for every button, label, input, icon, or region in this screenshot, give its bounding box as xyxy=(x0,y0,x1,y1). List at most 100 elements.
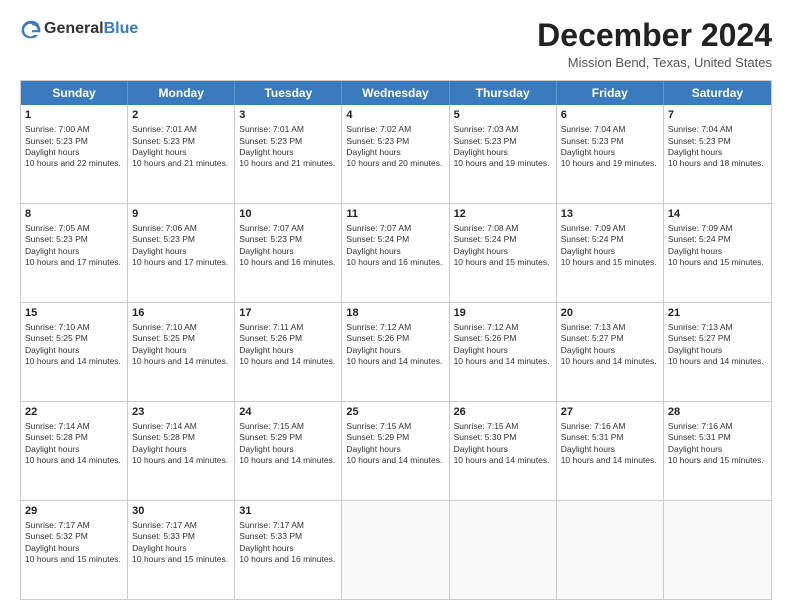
cell-text: Sunrise: 7:13 AMSunset: 5:27 PMDaylight … xyxy=(668,322,767,368)
calendar-cell: 24Sunrise: 7:15 AMSunset: 5:29 PMDayligh… xyxy=(235,402,342,500)
cell-text: Sunrise: 7:02 AMSunset: 5:23 PMDaylight … xyxy=(346,124,444,170)
logo: GeneralBlue xyxy=(20,18,138,40)
calendar-row: 15Sunrise: 7:10 AMSunset: 5:25 PMDayligh… xyxy=(21,302,771,401)
calendar-cell: 27Sunrise: 7:16 AMSunset: 5:31 PMDayligh… xyxy=(557,402,664,500)
calendar-row: 22Sunrise: 7:14 AMSunset: 5:28 PMDayligh… xyxy=(21,401,771,500)
cell-text: Sunrise: 7:10 AMSunset: 5:25 PMDaylight … xyxy=(132,322,230,368)
month-title: December 2024 xyxy=(537,18,772,53)
calendar-cell: 8Sunrise: 7:05 AMSunset: 5:23 PMDaylight… xyxy=(21,204,128,302)
weekday-header: Sunday xyxy=(21,81,128,105)
day-number: 29 xyxy=(25,504,123,519)
calendar-cell: 11Sunrise: 7:07 AMSunset: 5:24 PMDayligh… xyxy=(342,204,449,302)
cell-text: Sunrise: 7:15 AMSunset: 5:29 PMDaylight … xyxy=(346,421,444,467)
day-number: 22 xyxy=(25,405,123,420)
cell-text: Sunrise: 7:11 AMSunset: 5:26 PMDaylight … xyxy=(239,322,337,368)
cell-text: Sunrise: 7:09 AMSunset: 5:24 PMDaylight … xyxy=(561,223,659,269)
cell-text: Sunrise: 7:04 AMSunset: 5:23 PMDaylight … xyxy=(561,124,659,170)
day-number: 19 xyxy=(454,306,552,321)
weekday-header: Monday xyxy=(128,81,235,105)
cell-text: Sunrise: 7:09 AMSunset: 5:24 PMDaylight … xyxy=(668,223,767,269)
cell-text: Sunrise: 7:12 AMSunset: 5:26 PMDaylight … xyxy=(454,322,552,368)
calendar-cell: 18Sunrise: 7:12 AMSunset: 5:26 PMDayligh… xyxy=(342,303,449,401)
cell-text: Sunrise: 7:04 AMSunset: 5:23 PMDaylight … xyxy=(668,124,767,170)
cell-text: Sunrise: 7:00 AMSunset: 5:23 PMDaylight … xyxy=(25,124,123,170)
calendar-header: SundayMondayTuesdayWednesdayThursdayFrid… xyxy=(21,81,771,105)
day-number: 12 xyxy=(454,207,552,222)
calendar-cell: 9Sunrise: 7:06 AMSunset: 5:23 PMDaylight… xyxy=(128,204,235,302)
calendar-cell: 25Sunrise: 7:15 AMSunset: 5:29 PMDayligh… xyxy=(342,402,449,500)
cell-text: Sunrise: 7:17 AMSunset: 5:32 PMDaylight … xyxy=(25,520,123,566)
calendar-cell: 10Sunrise: 7:07 AMSunset: 5:23 PMDayligh… xyxy=(235,204,342,302)
calendar-cell: 14Sunrise: 7:09 AMSunset: 5:24 PMDayligh… xyxy=(664,204,771,302)
calendar-cell: 16Sunrise: 7:10 AMSunset: 5:25 PMDayligh… xyxy=(128,303,235,401)
calendar-cell xyxy=(450,501,557,599)
cell-text: Sunrise: 7:01 AMSunset: 5:23 PMDaylight … xyxy=(239,124,337,170)
day-number: 26 xyxy=(454,405,552,420)
day-number: 2 xyxy=(132,108,230,123)
calendar-cell: 4Sunrise: 7:02 AMSunset: 5:23 PMDaylight… xyxy=(342,105,449,203)
cell-text: Sunrise: 7:17 AMSunset: 5:33 PMDaylight … xyxy=(132,520,230,566)
weekday-header: Thursday xyxy=(450,81,557,105)
day-number: 20 xyxy=(561,306,659,321)
cell-text: Sunrise: 7:06 AMSunset: 5:23 PMDaylight … xyxy=(132,223,230,269)
calendar-cell: 21Sunrise: 7:13 AMSunset: 5:27 PMDayligh… xyxy=(664,303,771,401)
day-number: 18 xyxy=(346,306,444,321)
cell-text: Sunrise: 7:14 AMSunset: 5:28 PMDaylight … xyxy=(132,421,230,467)
cell-text: Sunrise: 7:13 AMSunset: 5:27 PMDaylight … xyxy=(561,322,659,368)
calendar-cell: 13Sunrise: 7:09 AMSunset: 5:24 PMDayligh… xyxy=(557,204,664,302)
logo-blue-text: Blue xyxy=(104,20,139,38)
calendar-cell: 22Sunrise: 7:14 AMSunset: 5:28 PMDayligh… xyxy=(21,402,128,500)
weekday-header: Saturday xyxy=(664,81,771,105)
weekday-header: Tuesday xyxy=(235,81,342,105)
location: Mission Bend, Texas, United States xyxy=(537,55,772,70)
calendar-cell: 29Sunrise: 7:17 AMSunset: 5:32 PMDayligh… xyxy=(21,501,128,599)
day-number: 9 xyxy=(132,207,230,222)
day-number: 14 xyxy=(668,207,767,222)
calendar-cell: 1Sunrise: 7:00 AMSunset: 5:23 PMDaylight… xyxy=(21,105,128,203)
calendar-row: 1Sunrise: 7:00 AMSunset: 5:23 PMDaylight… xyxy=(21,105,771,203)
calendar-cell: 30Sunrise: 7:17 AMSunset: 5:33 PMDayligh… xyxy=(128,501,235,599)
weekday-header: Friday xyxy=(557,81,664,105)
cell-text: Sunrise: 7:07 AMSunset: 5:23 PMDaylight … xyxy=(239,223,337,269)
calendar-cell xyxy=(342,501,449,599)
day-number: 11 xyxy=(346,207,444,222)
calendar-row: 29Sunrise: 7:17 AMSunset: 5:32 PMDayligh… xyxy=(21,500,771,599)
cell-text: Sunrise: 7:10 AMSunset: 5:25 PMDaylight … xyxy=(25,322,123,368)
calendar-cell: 20Sunrise: 7:13 AMSunset: 5:27 PMDayligh… xyxy=(557,303,664,401)
cell-text: Sunrise: 7:16 AMSunset: 5:31 PMDaylight … xyxy=(561,421,659,467)
logo-general-text: General xyxy=(44,20,104,38)
calendar-cell: 3Sunrise: 7:01 AMSunset: 5:23 PMDaylight… xyxy=(235,105,342,203)
weekday-header: Wednesday xyxy=(342,81,449,105)
calendar-row: 8Sunrise: 7:05 AMSunset: 5:23 PMDaylight… xyxy=(21,203,771,302)
day-number: 15 xyxy=(25,306,123,321)
page: GeneralBlue December 2024 Mission Bend, … xyxy=(0,0,792,612)
calendar-cell: 17Sunrise: 7:11 AMSunset: 5:26 PMDayligh… xyxy=(235,303,342,401)
day-number: 28 xyxy=(668,405,767,420)
cell-text: Sunrise: 7:14 AMSunset: 5:28 PMDaylight … xyxy=(25,421,123,467)
calendar-cell: 2Sunrise: 7:01 AMSunset: 5:23 PMDaylight… xyxy=(128,105,235,203)
day-number: 5 xyxy=(454,108,552,123)
day-number: 7 xyxy=(668,108,767,123)
day-number: 16 xyxy=(132,306,230,321)
calendar-cell: 5Sunrise: 7:03 AMSunset: 5:23 PMDaylight… xyxy=(450,105,557,203)
calendar-cell: 26Sunrise: 7:15 AMSunset: 5:30 PMDayligh… xyxy=(450,402,557,500)
day-number: 3 xyxy=(239,108,337,123)
day-number: 4 xyxy=(346,108,444,123)
calendar-cell: 6Sunrise: 7:04 AMSunset: 5:23 PMDaylight… xyxy=(557,105,664,203)
calendar-cell xyxy=(557,501,664,599)
day-number: 1 xyxy=(25,108,123,123)
calendar-cell: 7Sunrise: 7:04 AMSunset: 5:23 PMDaylight… xyxy=(664,105,771,203)
calendar: SundayMondayTuesdayWednesdayThursdayFrid… xyxy=(20,80,772,600)
logo-icon xyxy=(20,18,42,40)
day-number: 13 xyxy=(561,207,659,222)
cell-text: Sunrise: 7:15 AMSunset: 5:30 PMDaylight … xyxy=(454,421,552,467)
calendar-cell: 19Sunrise: 7:12 AMSunset: 5:26 PMDayligh… xyxy=(450,303,557,401)
day-number: 30 xyxy=(132,504,230,519)
day-number: 17 xyxy=(239,306,337,321)
header-right: December 2024 Mission Bend, Texas, Unite… xyxy=(537,18,772,70)
cell-text: Sunrise: 7:08 AMSunset: 5:24 PMDaylight … xyxy=(454,223,552,269)
day-number: 23 xyxy=(132,405,230,420)
day-number: 21 xyxy=(668,306,767,321)
calendar-body: 1Sunrise: 7:00 AMSunset: 5:23 PMDaylight… xyxy=(21,105,771,599)
calendar-cell: 31Sunrise: 7:17 AMSunset: 5:33 PMDayligh… xyxy=(235,501,342,599)
